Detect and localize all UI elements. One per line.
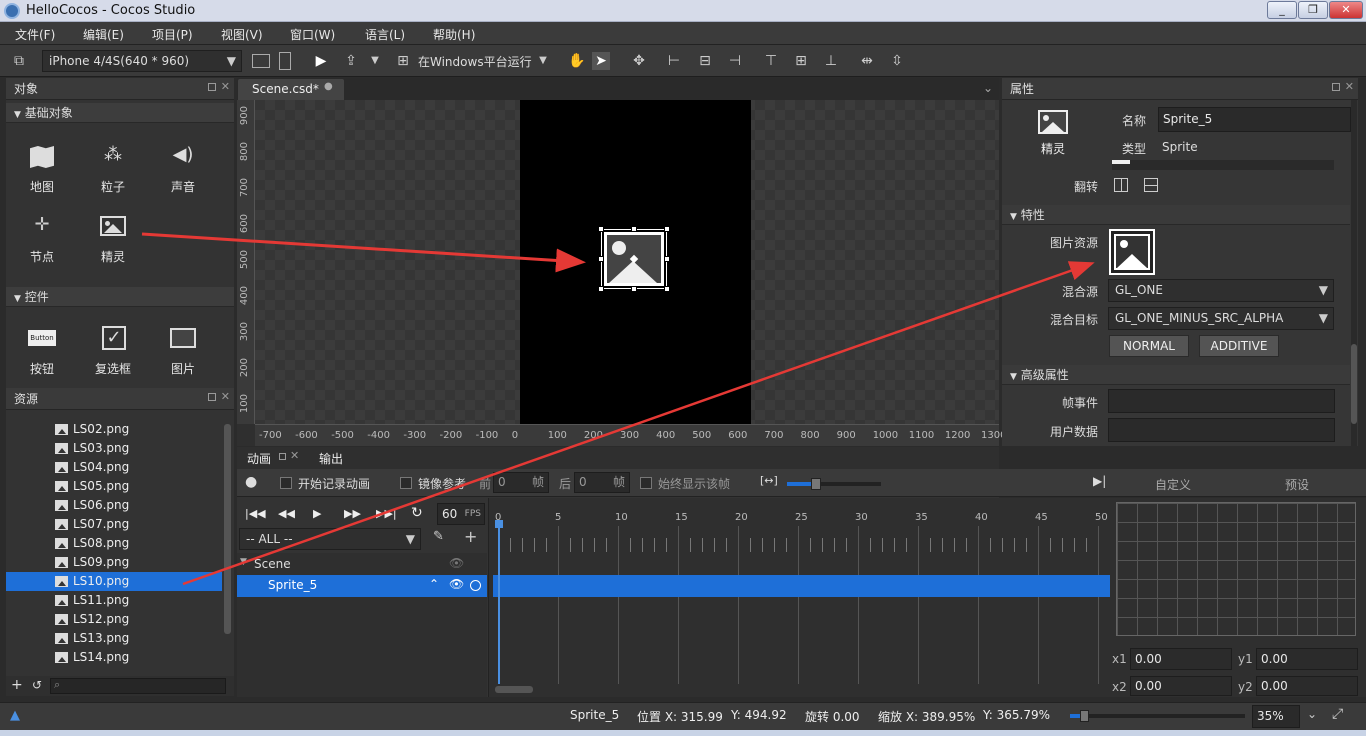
arrow-resource-to-property <box>182 261 1095 586</box>
arrow-sprite-to-canvas <box>141 232 586 273</box>
annotation-arrows <box>141 232 1095 586</box>
